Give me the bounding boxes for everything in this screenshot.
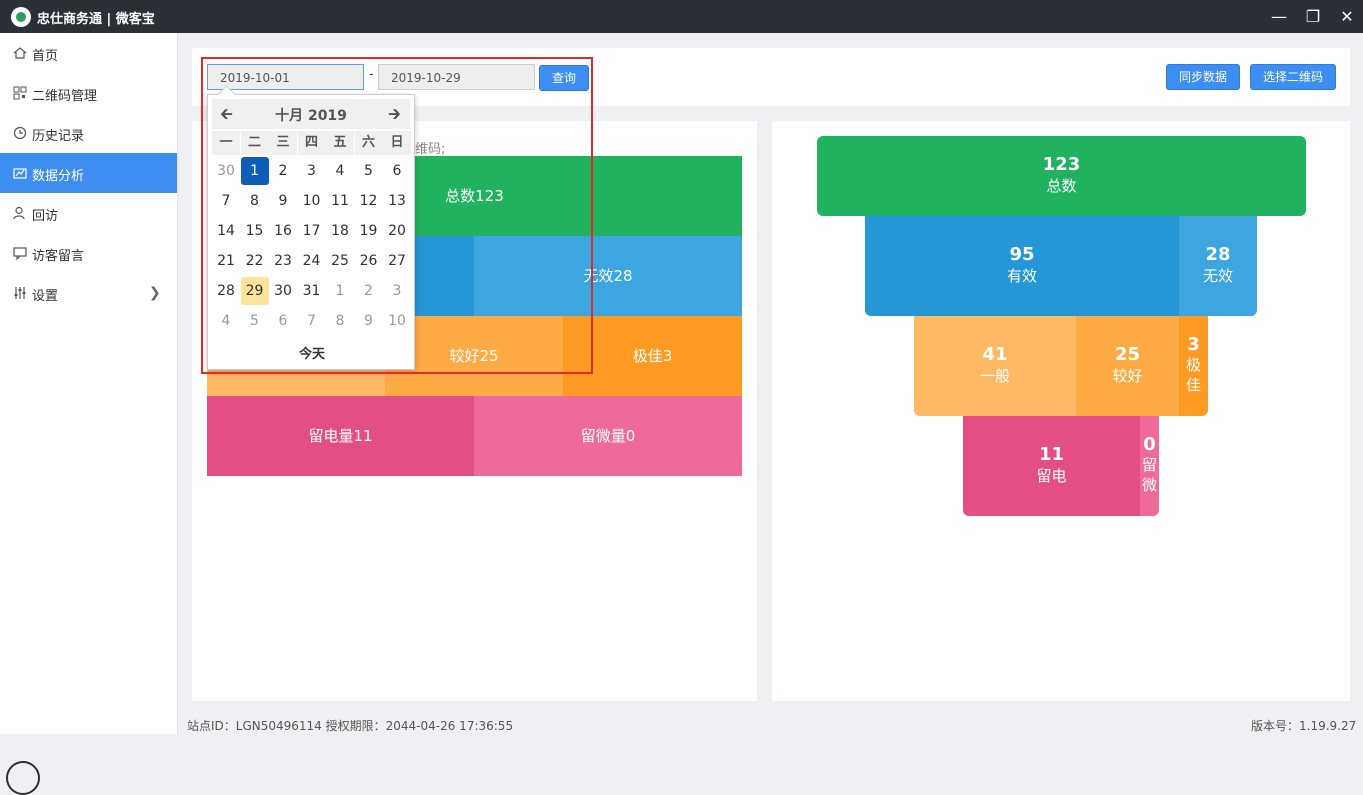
message-icon (13, 247, 27, 260)
account-icon[interactable] (6, 761, 40, 795)
sidebar-item-data-analysis[interactable]: 数据分析 (0, 153, 177, 193)
funnel-label: 有效 (1006, 267, 1037, 285)
funnel-value: 41 (982, 344, 1008, 365)
funnel-phone: 11 留电 (963, 416, 1140, 516)
funnel-value: 123 (1042, 154, 1081, 175)
block-label: 极佳3 (632, 347, 673, 365)
block-label: 留电量11 (308, 427, 373, 445)
qr-code-icon (13, 86, 27, 100)
sidebar-item-label: 访客留言 (32, 249, 85, 264)
block-wechat: 留微量0 (474, 396, 742, 476)
sidebar-item-label: 数据分析 (32, 169, 85, 184)
title-bar: 忠仕商务通 | 微客宝 — ❐ ✕ (0, 0, 1363, 33)
funnel-label: 一般 (979, 367, 1010, 385)
restore-icon[interactable]: ❐ (1302, 6, 1324, 28)
user-icon (13, 206, 25, 220)
sync-data-button[interactable]: 同步数据 (1166, 64, 1240, 90)
select-qr-button[interactable]: 选择二维码 (1250, 64, 1336, 90)
sidebar-item-visitor-messages[interactable]: 访客留言 (0, 233, 177, 273)
funnel-label: 留微 (1141, 456, 1157, 494)
funnel-label: 无效 (1202, 267, 1233, 285)
site-info: 站点ID：LGN50496114 授权期限：2044-04-26 17:36:5… (187, 719, 514, 733)
history-icon (13, 126, 27, 140)
funnel-label: 总数 (1046, 177, 1077, 195)
funnel-value: 3 (1187, 334, 1200, 355)
chevron-right-icon: ❯ (149, 285, 161, 301)
funnel-good: 25 较好 (1076, 316, 1179, 416)
minimize-icon[interactable]: — (1268, 6, 1290, 28)
sidebar: 首页 二维码管理 历史记录 数据分析 回访 访客留言 设置 ❯ (0, 33, 178, 795)
funnel-value: 11 (1038, 444, 1065, 465)
funnel-value: 28 (1205, 244, 1231, 265)
sidebar-item-label: 历史记录 (32, 129, 85, 144)
analytics-icon (13, 168, 27, 179)
sidebar-item-label: 回访 (32, 209, 59, 224)
funnel-valid: 95 有效 (865, 216, 1179, 316)
app-logo-icon (11, 7, 31, 27)
funnel-total: 123 总数 (817, 136, 1306, 216)
funnel-invalid: 28 无效 (1179, 216, 1257, 316)
close-icon[interactable]: ✕ (1336, 6, 1358, 28)
sidebar-item-home[interactable]: 首页 (0, 33, 177, 73)
version-info: 版本号：1.19.9.27 (1251, 719, 1357, 733)
sidebar-item-label: 设置 (32, 289, 59, 304)
sidebar-item-revisit[interactable]: 回访 (0, 193, 177, 233)
funnel-label: 极佳 (1185, 356, 1201, 394)
block-phone: 留电量11 (207, 396, 474, 476)
home-icon (13, 47, 27, 59)
funnel-value: 25 (1114, 344, 1141, 365)
funnel-value: 0 (1143, 434, 1156, 455)
block-label: 留微量0 (580, 427, 636, 445)
highlight-box (201, 57, 593, 374)
funnel-value: 95 (1009, 244, 1035, 265)
funnel-wechat: 0 留微 (1140, 416, 1159, 516)
funnel-label: 较好 (1112, 367, 1143, 385)
sidebar-item-label: 首页 (32, 49, 59, 64)
funnel-normal: 41 一般 (914, 316, 1076, 416)
funnel-label: 留电 (1036, 467, 1067, 485)
funnel-excellent: 3 极佳 (1179, 316, 1208, 416)
app-title: 忠仕商务通 | 微客宝 (37, 12, 155, 27)
sliders-icon (14, 287, 26, 299)
sidebar-item-qr-management[interactable]: 二维码管理 (0, 73, 177, 113)
sidebar-item-history[interactable]: 历史记录 (0, 113, 177, 153)
sidebar-item-label: 二维码管理 (32, 89, 98, 104)
sidebar-item-settings[interactable]: 设置 ❯ (0, 273, 177, 313)
